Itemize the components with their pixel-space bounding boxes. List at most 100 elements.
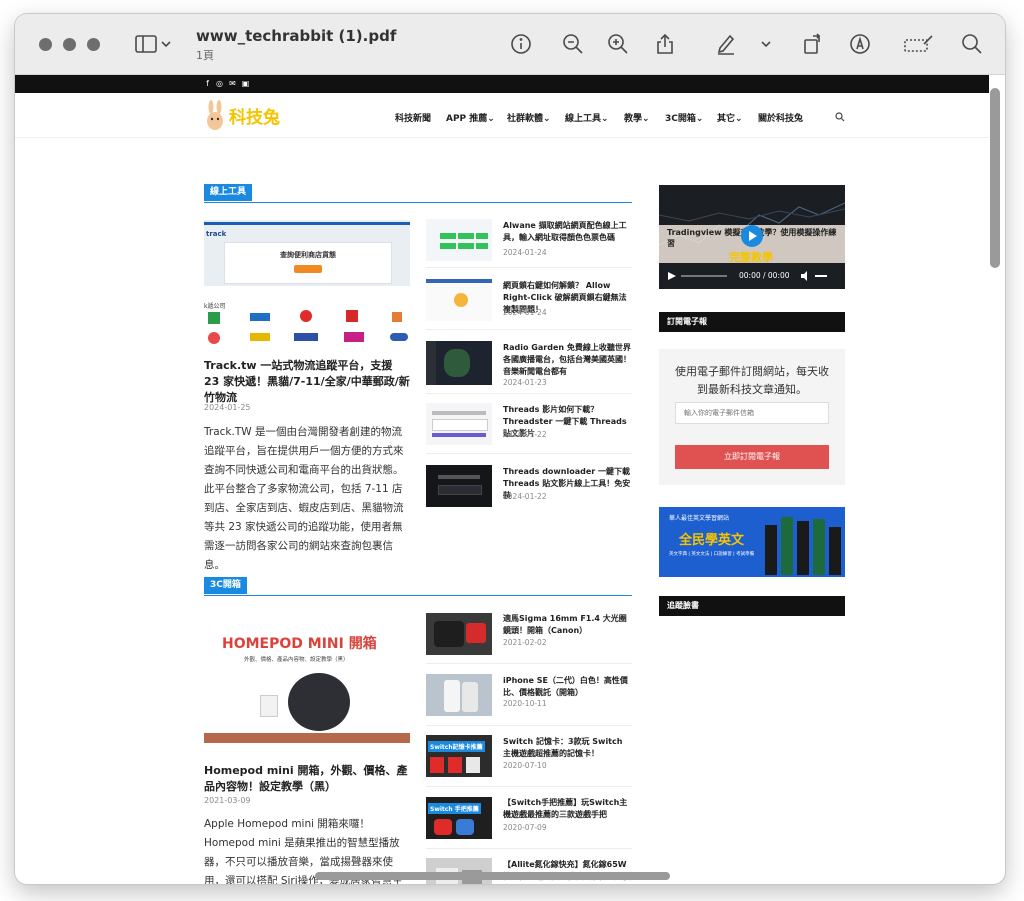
divider [426, 329, 632, 330]
sidebar-heading: 訂閱電子報 [659, 312, 845, 332]
site-logo-text[interactable]: 科技兔 [229, 103, 280, 128]
mail-icon[interactable]: ✉ [228, 79, 237, 88]
sidebar-icon[interactable] [133, 32, 159, 56]
english-learning-banner[interactable]: 華人最佳英文學習網站 全民學英文 英文字典 | 英文文法 | 口說練習 | 考試… [659, 507, 845, 577]
article-thumbnail[interactable] [426, 341, 492, 385]
nav-item-app[interactable]: APP 推薦⌄ [446, 111, 495, 124]
article-date: 2024-01-25 [204, 403, 251, 412]
horizontal-scrollbar[interactable] [315, 872, 670, 880]
article-date: 2024-01-22 [503, 492, 547, 501]
article-thumbnail[interactable]: HOMEPOD MINI 開箱 外觀、價格、產品內容物、設定教學（黑） [204, 615, 410, 743]
article-thumbnail[interactable] [426, 279, 492, 321]
info-icon[interactable] [508, 32, 534, 56]
nav-item-3c[interactable]: 3C開箱⌄ [665, 111, 703, 124]
article-thumbnail[interactable] [426, 219, 492, 261]
article-date: 2020-10-11 [503, 699, 547, 708]
section-header-3c: 3C開箱 [204, 577, 632, 596]
rabbit-logo-icon [207, 100, 223, 130]
thumb-sub: 外觀、價格、產品內容物、設定教學（黑） [244, 657, 349, 663]
nav-item-other[interactable]: 其它⌄ [717, 111, 743, 124]
search-icon[interactable] [959, 32, 985, 56]
article-title[interactable]: 適馬Sigma 16mm F1.4 大光圈鏡頭！開箱（Canon） [503, 613, 633, 637]
search-icon[interactable] [835, 112, 845, 122]
article-thumbnail[interactable] [426, 613, 492, 655]
minimize-window-button[interactable] [63, 38, 76, 51]
zoom-window-button[interactable] [87, 38, 100, 51]
nav-item-tutorial[interactable]: 教學⌄ [624, 111, 650, 124]
article-thumbnail[interactable] [426, 858, 492, 884]
pdf-page[interactable]: f ◎ ✉ ▣ 科技兔 科技新聞 APP 推薦⌄ 社群軟體⌄ 線上工具⌄ 教學⌄… [15, 75, 989, 884]
thumb-text: Switch記憶卡推薦 [428, 741, 485, 752]
article-thumbnail[interactable] [426, 403, 492, 445]
article-thumbnail[interactable]: track 查詢便利商店貨態 k遞公司 [204, 220, 410, 345]
divider [426, 786, 632, 787]
markup-icon[interactable] [847, 32, 873, 56]
sidebar-heading: 追蹤臉書 [659, 596, 845, 616]
play-button[interactable] [741, 225, 763, 247]
divider [426, 725, 632, 726]
article-thumbnail[interactable] [426, 674, 492, 716]
video-player[interactable]: Tradingview 模擬交易教學？使用模擬操作練習 完整教學 00:00 /… [659, 185, 845, 289]
subscribe-button[interactable]: 立即訂閱電子報 [675, 445, 829, 469]
section-tag[interactable]: 線上工具 [204, 184, 253, 201]
facebook-icon[interactable]: f [203, 79, 212, 88]
banner-title: 全民學英文 [679, 533, 745, 548]
email-input[interactable] [675, 402, 829, 424]
nav-item-about[interactable]: 關於科技兔 [758, 111, 803, 124]
article-title[interactable]: Radio Garden 免費線上收聽世界各國廣播電台，包括台灣美國英國！音樂新… [503, 342, 633, 378]
thumb-brand: track [206, 230, 227, 238]
banner-sub-text: 英文字典 | 英文文法 | 口說練習 | 考試準備 [669, 552, 755, 557]
share-icon[interactable] [652, 32, 678, 56]
divider [426, 267, 632, 268]
article-title[interactable]: Track.tw 一站式物流追蹤平台，支援 23 家快遞！黑貓/7-11/全家/… [204, 358, 410, 406]
chevron-down-icon[interactable] [159, 32, 173, 56]
article-date: 2024-01-22 [503, 430, 547, 439]
instagram-icon[interactable]: ◎ [215, 79, 224, 88]
thumb-label: k遞公司 [204, 303, 226, 310]
article-title[interactable]: Homepod mini 開箱，外觀、價格、產品內容物！設定教學（黑） [204, 763, 410, 795]
nav-item-news[interactable]: 科技新聞 [395, 111, 431, 124]
divider [426, 848, 632, 849]
article-date: 2024-01-24 [503, 308, 547, 317]
article-title[interactable]: iPhone SE（二代）白色！高性價比、價格觀託（開箱） [503, 675, 633, 699]
volume-slider[interactable] [815, 275, 827, 277]
article-title[interactable]: Alwane 擷取網站網頁配色線上工具，輸入網址取得顏色色票色碼 [503, 220, 633, 244]
play-icon[interactable] [667, 271, 677, 281]
document-title: www_techrabbit (1).pdf [196, 27, 397, 45]
page-count: 1頁 [196, 49, 214, 62]
article-title[interactable]: 【Switch手把推薦】玩Switch主機遊戲最推薦的三款遊戲手把 [503, 797, 633, 821]
zoom-in-icon[interactable] [605, 32, 631, 56]
close-window-button[interactable] [39, 38, 52, 51]
thumb-heading: 查詢便利商店貨態 [280, 251, 336, 259]
form-icon[interactable] [903, 32, 935, 56]
article-thumbnail[interactable] [426, 465, 492, 507]
rotate-icon[interactable] [800, 32, 826, 56]
section-tag[interactable]: 3C開箱 [204, 577, 247, 594]
article-date: 2020-07-10 [503, 761, 547, 770]
divider [426, 453, 632, 454]
mute-icon[interactable] [800, 271, 810, 281]
article-date: 2020-07-09 [503, 823, 547, 832]
article-thumbnail[interactable]: Switch 手把推薦 [426, 797, 492, 839]
highlight-icon[interactable] [713, 32, 739, 56]
nav-item-tools[interactable]: 線上工具⌄ [565, 111, 609, 124]
toolbar: www_techrabbit (1).pdf 1頁 [15, 14, 1005, 75]
article-title[interactable]: Switch 記憶卡：3款玩 Switch 主機遊戲超推薦的記憶卡！ [503, 736, 633, 760]
vertical-scrollbar[interactable] [990, 88, 1000, 268]
video-progress[interactable] [681, 275, 727, 277]
article-thumbnail[interactable]: Switch記憶卡推薦 [426, 735, 492, 777]
video-overlay-big-text: 完整教學 [729, 251, 773, 264]
chevron-down-icon[interactable] [759, 32, 773, 56]
subscribe-description: 使用電子郵件訂閱網站，每天收到最新科技文章通知。 [675, 365, 829, 396]
article-date: 2021-03-09 [204, 796, 251, 805]
divider [426, 393, 632, 394]
social-bar: f ◎ ✉ ▣ [15, 75, 989, 93]
article-date: 2024-01-23 [503, 378, 547, 387]
thumb-text: Switch 手把推薦 [428, 803, 481, 814]
article-date: 2021-02-02 [503, 638, 547, 647]
video-time: 00:00 / 00:00 [739, 271, 790, 280]
nav-item-social[interactable]: 社群軟體⌄ [507, 111, 551, 124]
divider [426, 663, 632, 664]
zoom-out-icon[interactable] [560, 32, 586, 56]
line-icon[interactable]: ▣ [241, 79, 250, 88]
